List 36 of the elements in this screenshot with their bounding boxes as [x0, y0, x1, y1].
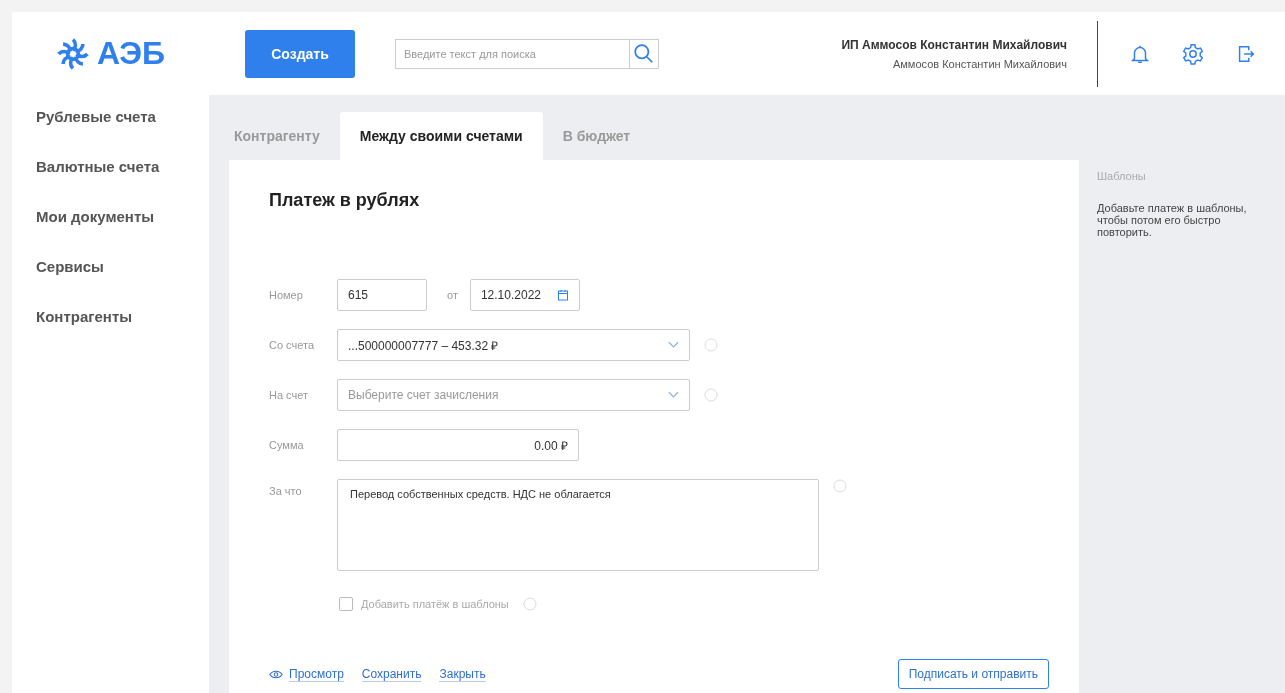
company-name: ИП Аммосов Константин Михайлович: [841, 37, 1067, 52]
purpose-field[interactable]: Перевод собственных средств. НДС не облагается: [337, 479, 819, 571]
sidebar-item[interactable]: Контрагенты: [12, 307, 209, 357]
field-label: Со счета: [269, 339, 315, 351]
sidebar-item[interactable]: Сервисы: [12, 257, 209, 307]
templates-title: Шаблоны: [1097, 170, 1147, 182]
chevron-icon: [668, 341, 679, 349]
sidebar-item[interactable]: Валютные счета: [12, 157, 209, 207]
logo-text: АЭБ: [97, 35, 166, 72]
field-label: Номер: [269, 289, 304, 301]
calendar-icon[interactable]: [556, 289, 569, 301]
submit-button[interactable]: Подписать и отправить: [897, 659, 1049, 689]
sidebar-item[interactable]: Мои документы: [12, 207, 209, 257]
tab[interactable]: Между своими счетами: [339, 112, 543, 160]
templates-hint: Добавьте платеж в шаблоны, чтобы потом его быстро повторить.: [1097, 202, 1248, 238]
eye-icon[interactable]: [269, 668, 283, 680]
field-label: от: [447, 289, 458, 301]
field-label: За что: [269, 484, 303, 497]
search-field[interactable]: Введите текст для поиска: [395, 38, 630, 69]
search-icon[interactable]: [630, 38, 659, 69]
date-field[interactable]: 12.10.2022: [469, 279, 580, 311]
checkbox[interactable]: [339, 597, 353, 611]
form-title: Платеж в рублях: [269, 190, 421, 211]
action-link[interactable]: Закрыть: [439, 666, 486, 682]
create-button[interactable]: Создать: [245, 29, 355, 78]
settings-icon[interactable]: [1182, 42, 1204, 65]
field-label: На счет: [269, 389, 309, 401]
action-link[interactable]: Сохранить: [361, 666, 422, 682]
user-name: Аммосов Константин Михайлович: [892, 57, 1067, 70]
chevron-icon: [668, 391, 679, 399]
account-select[interactable]: ...500000007777 – 453.32 ₽: [337, 329, 690, 361]
amount-field[interactable]: 0.00 ₽: [337, 429, 579, 461]
field-label: Сумма: [269, 439, 305, 451]
action-link[interactable]: Просмотр: [289, 666, 344, 682]
sidebar-item[interactable]: Рублевые счета: [12, 107, 209, 157]
number-field[interactable]: 615: [337, 279, 427, 311]
